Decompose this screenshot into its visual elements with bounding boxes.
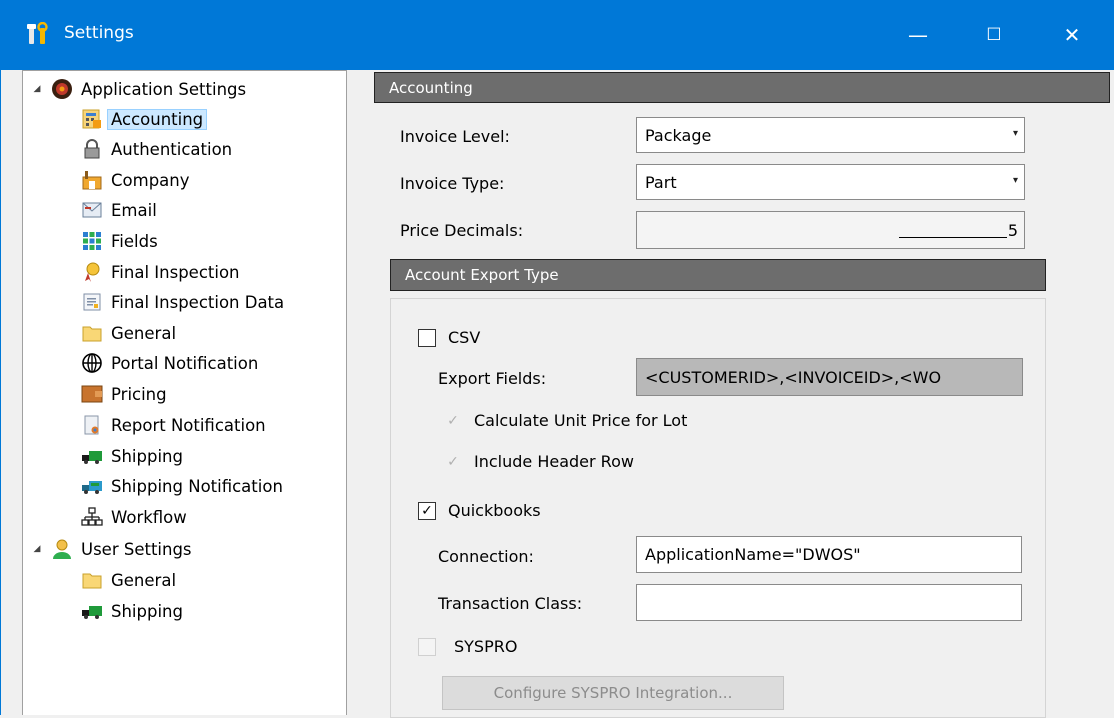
minimize-button[interactable]: — bbox=[888, 10, 948, 60]
invoice-type-combo[interactable]: Part ▾ bbox=[636, 164, 1025, 200]
csv-label: CSV bbox=[448, 328, 481, 347]
user-icon bbox=[51, 538, 73, 560]
truck-icon bbox=[81, 600, 103, 622]
tools-icon bbox=[27, 22, 48, 44]
title-bar: Settings — ☐ ✕ bbox=[0, 0, 1114, 70]
calculate-unit-price-label: Calculate Unit Price for Lot bbox=[474, 411, 688, 430]
invoice-type-label: Invoice Type: bbox=[400, 174, 505, 193]
connection-label: Connection: bbox=[438, 547, 534, 566]
accounting-icon bbox=[81, 108, 103, 130]
truck-icon bbox=[81, 445, 103, 467]
tree-item-user-general[interactable]: General bbox=[81, 566, 176, 594]
tree-item-final-inspection-data[interactable]: Final Inspection Data bbox=[81, 288, 284, 316]
report-icon bbox=[81, 414, 103, 436]
quickbooks-label: Quickbooks bbox=[448, 501, 541, 520]
dropdown-arrow-icon[interactable]: ▾ bbox=[1013, 175, 1018, 186]
input-mask-underline bbox=[898, 223, 1007, 238]
maximize-button[interactable]: ☐ bbox=[964, 10, 1024, 60]
invoice-level-label: Invoice Level: bbox=[400, 127, 510, 146]
tree-item-shipping[interactable]: Shipping bbox=[81, 442, 183, 470]
tree-item-fields[interactable]: Fields bbox=[81, 227, 158, 255]
tree-item-accounting[interactable]: Accounting bbox=[81, 105, 208, 133]
tree-item-general[interactable]: General bbox=[81, 319, 176, 347]
tree-item-company[interactable]: Company bbox=[81, 166, 190, 194]
workflow-icon bbox=[81, 506, 103, 528]
include-header-row-checkbox[interactable]: ✓ bbox=[444, 453, 462, 471]
expand-arrow-icon[interactable]: ◢ bbox=[31, 544, 43, 554]
account-export-type-header: Account Export Type bbox=[390, 259, 1046, 291]
application-settings-icon bbox=[51, 78, 73, 100]
window-border bbox=[0, 70, 1, 715]
expand-arrow-icon[interactable]: ◢ bbox=[31, 84, 43, 94]
tree-item-email[interactable]: Email bbox=[81, 196, 157, 224]
transaction-class-input[interactable] bbox=[636, 584, 1022, 621]
invoice-level-combo[interactable]: Package ▾ bbox=[636, 117, 1025, 153]
tree-item-user-shipping[interactable]: Shipping bbox=[81, 597, 183, 625]
calculate-unit-price-checkbox[interactable]: ✓ bbox=[444, 412, 462, 430]
folder-icon bbox=[81, 569, 103, 591]
csv-checkbox[interactable] bbox=[418, 329, 436, 347]
globe-icon bbox=[81, 352, 103, 374]
tree-item-pricing[interactable]: Pricing bbox=[81, 380, 167, 408]
export-fields-input[interactable]: <CUSTOMERID>,<INVOICEID>,<WO bbox=[636, 358, 1023, 396]
tree-item-workflow[interactable]: Workflow bbox=[81, 503, 187, 531]
close-button[interactable]: ✕ bbox=[1042, 10, 1102, 60]
tree-item-portal-notification[interactable]: Portal Notification bbox=[81, 349, 258, 377]
grid-icon bbox=[81, 230, 103, 252]
lock-icon bbox=[81, 138, 103, 160]
folder-icon bbox=[81, 322, 103, 344]
truck-notification-icon bbox=[81, 475, 103, 497]
quickbooks-checkbox[interactable]: ✓ bbox=[418, 502, 436, 520]
ribbon-icon bbox=[81, 261, 103, 283]
price-decimals-label: Price Decimals: bbox=[400, 221, 524, 240]
tree-item-report-notification[interactable]: Report Notification bbox=[81, 411, 266, 439]
export-fields-label: Export Fields: bbox=[438, 369, 547, 388]
tree-item-shipping-notification[interactable]: Shipping Notification bbox=[81, 472, 283, 500]
email-icon bbox=[81, 199, 103, 221]
document-icon bbox=[81, 291, 103, 313]
connection-input[interactable]: ApplicationName="DWOS" bbox=[636, 536, 1022, 573]
tree-node-user-settings[interactable]: ◢ User Settings bbox=[31, 535, 192, 563]
tree-node-application-settings[interactable]: ◢ Application Settings bbox=[31, 75, 246, 103]
include-header-row-label: Include Header Row bbox=[474, 452, 634, 471]
dropdown-arrow-icon[interactable]: ▾ bbox=[1013, 128, 1018, 139]
wallet-icon bbox=[81, 383, 103, 405]
tree-item-authentication[interactable]: Authentication bbox=[81, 135, 232, 163]
accounting-header: Accounting bbox=[374, 72, 1110, 103]
tree-item-final-inspection[interactable]: Final Inspection bbox=[81, 258, 240, 286]
accounting-panel: Accounting Invoice Level: Package ▾ Invo… bbox=[372, 70, 1114, 718]
price-decimals-input[interactable]: 5 bbox=[636, 211, 1025, 249]
syspro-label: SYSPRO bbox=[454, 637, 518, 656]
window-title: Settings bbox=[64, 23, 134, 43]
transaction-class-label: Transaction Class: bbox=[438, 594, 583, 613]
factory-icon bbox=[81, 169, 103, 191]
settings-tree[interactable]: ◢ Application Settings Accounting Authen… bbox=[22, 70, 347, 715]
configure-syspro-button[interactable]: Configure SYSPRO Integration... bbox=[442, 676, 784, 710]
syspro-checkbox[interactable] bbox=[418, 638, 436, 656]
